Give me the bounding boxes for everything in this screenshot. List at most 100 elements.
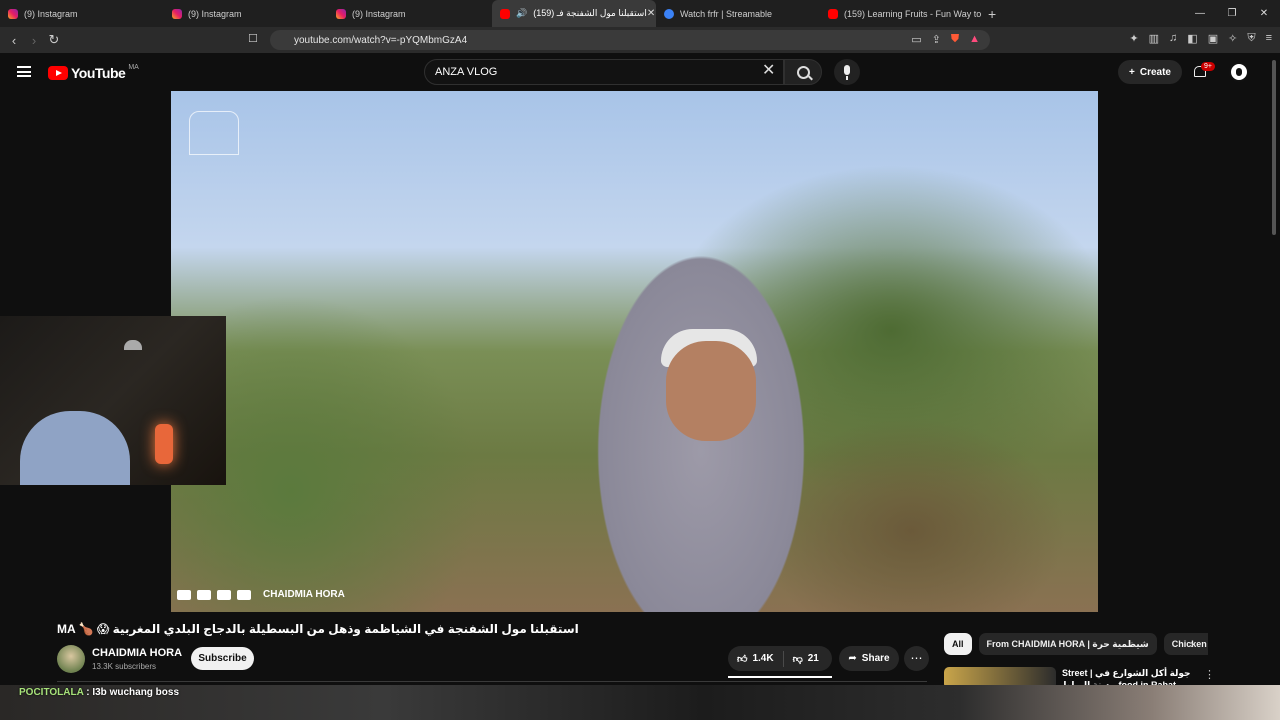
restore-icon[interactable]: ❐	[1216, 0, 1248, 27]
forward-icon[interactable]: ›	[24, 33, 44, 48]
dislike-button[interactable]: 👎︎ 21	[784, 646, 828, 671]
youtube-watermark-icon	[177, 589, 191, 600]
minimize-icon[interactable]: —	[1184, 0, 1216, 27]
create-label: Create	[1139, 66, 1171, 78]
panel-icon[interactable]: ◧	[1187, 32, 1197, 45]
chat-text: : I3b wuchang boss	[86, 687, 180, 698]
instagram-icon	[336, 8, 346, 19]
youtube-header: YouTube MA ANZA VLOG ✕ + Create 9+	[0, 53, 1280, 91]
brave-shield-icon[interactable]: ⛊	[951, 33, 959, 46]
lava-lamp-shape	[155, 424, 173, 464]
instagram-icon	[8, 8, 18, 19]
wallet-icon[interactable]: ▣	[1208, 32, 1218, 45]
extensions-icon[interactable]: ✦	[1129, 32, 1138, 45]
thumbs-up-icon: 👍︎	[737, 653, 748, 665]
rewards-icon[interactable]: ▲	[969, 33, 980, 46]
streamable-icon	[664, 8, 674, 19]
plus-icon: +	[1129, 66, 1135, 78]
tab-title: (159) Learning Fruits - Fun Way to B...	[844, 8, 984, 19]
video-player[interactable]: CHAIDMIA HORA	[171, 91, 1098, 612]
tab-title: Watch frfr | Streamable	[680, 8, 773, 19]
extension-icons: ✦ ▥ ♫ ◧ ▣ ✧ ⛨ ≡	[1129, 32, 1272, 45]
clear-search-icon[interactable]: ✕	[762, 63, 775, 79]
like-button[interactable]: 👍︎ 1.4K	[728, 646, 783, 671]
browser-tab-bar: (9) Instagram (9) Instagram (9) Instagra…	[0, 0, 1280, 27]
youtube-play-icon	[48, 66, 68, 80]
subscriber-count: 13.3K subscribers	[92, 662, 157, 671]
stream-overlay-strip	[0, 685, 1280, 720]
share-page-icon[interactable]: ⇪	[932, 33, 941, 46]
share-label: Share	[861, 653, 890, 664]
hamburger-menu-icon[interactable]	[17, 66, 31, 77]
chip-all[interactable]: All	[944, 633, 972, 655]
instagram-icon	[172, 8, 182, 19]
ai-icon[interactable]: ✧	[1228, 32, 1237, 45]
dislike-count: 21	[807, 653, 819, 664]
bookmark-icon[interactable]: ☐	[248, 32, 258, 45]
youtube-logo[interactable]: YouTube MA	[48, 63, 139, 81]
url-field[interactable]: youtube.com/watch?v=-pYQMbmGzA4 ▭ ⇪ ⛊ ▲	[270, 30, 990, 50]
share-icon: ➦	[848, 653, 857, 664]
recommendation-menu-icon[interactable]: ⋮	[1204, 668, 1215, 681]
chevron-right-icon[interactable]: ›	[1190, 637, 1194, 651]
voice-search-icon[interactable]	[834, 59, 860, 85]
search-button[interactable]	[784, 59, 822, 85]
back-icon[interactable]: ‹	[4, 33, 24, 48]
account-avatar[interactable]	[1229, 62, 1249, 82]
reload-icon[interactable]: ↻	[44, 32, 64, 48]
music-icon[interactable]: ♫	[1169, 32, 1177, 45]
tiktok-watermark-icon	[237, 589, 251, 600]
youtube-icon	[828, 8, 838, 19]
tab-title: (9) Instagram	[188, 8, 242, 19]
channel-watermark-logo	[189, 111, 239, 155]
watermark-text: CHAIDMIA HORA	[263, 589, 345, 600]
page-scrollbar[interactable]	[1272, 60, 1276, 235]
browser-address-bar: ‹ › ↻ ☐ youtube.com/watch?v=-pYQMbmGzA4 …	[0, 27, 1280, 53]
url-text: youtube.com/watch?v=-pYQMbmGzA4	[294, 34, 468, 46]
webcam-overlay	[0, 316, 226, 485]
create-button[interactable]: + Create	[1118, 60, 1182, 84]
subscribe-button[interactable]: Subscribe	[191, 647, 254, 670]
notification-badge: 9+	[1201, 62, 1215, 71]
vpn-icon[interactable]: ⛨	[1247, 32, 1255, 45]
menu-icon[interactable]: ≡	[1266, 32, 1272, 45]
like-dislike-bar: 👍︎ 1.4K 👎︎ 21	[728, 646, 832, 671]
youtube-icon	[500, 8, 510, 19]
new-tab-icon[interactable]: +	[988, 6, 996, 22]
chat-username: POCITOLALA	[19, 687, 84, 698]
browser-tab[interactable]: (9) Instagram	[164, 0, 328, 27]
more-actions-icon[interactable]: ⋯	[904, 646, 929, 671]
browser-tab[interactable]: Watch frfr | Streamable	[656, 0, 820, 27]
like-ratio-bar	[728, 676, 832, 678]
channel-name[interactable]: CHAIDMIA HORA	[92, 647, 182, 659]
browser-tab[interactable]: (9) Instagram	[328, 0, 492, 27]
chip-chicken[interactable]: Chicken	[1163, 633, 1208, 655]
filter-chips: All From CHAIDMIA HORA | شيظمية حرة Chic…	[944, 633, 1208, 655]
share-button[interactable]: ➦ Share	[839, 646, 899, 671]
channel-avatar[interactable]	[57, 645, 85, 673]
country-code: MA	[128, 63, 139, 71]
omnibox-icons: ▭ ⇪ ⛊ ▲	[911, 33, 980, 46]
like-count: 1.4K	[752, 653, 774, 664]
chat-message: POCITOLALA : I3b wuchang boss	[19, 687, 179, 698]
chip-from-channel[interactable]: From CHAIDMIA HORA | شيظمية حرة	[978, 633, 1157, 655]
search-input[interactable]: ANZA VLOG	[424, 59, 784, 85]
browser-tab-active[interactable]: 🔊 (159) استقبلنا مول الشفنجة فـ ✕	[492, 0, 656, 27]
browser-tab[interactable]: (159) Learning Fruits - Fun Way to B...	[820, 0, 984, 27]
streamer-figure	[20, 411, 130, 485]
thumbs-down-icon: 👎︎	[792, 653, 803, 665]
browser-tab[interactable]: (9) Instagram	[0, 0, 164, 27]
cast-icon[interactable]: ▭	[911, 33, 921, 46]
close-tab-icon[interactable]: ✕	[647, 8, 655, 19]
window-controls: — ❐ ✕	[1184, 0, 1280, 27]
tab-title: (9) Instagram	[24, 8, 78, 19]
speaker-icon[interactable]: 🔊	[516, 8, 527, 19]
facebook-watermark-icon	[217, 589, 231, 600]
tab-title: (159) استقبلنا مول الشفنجة فـ	[533, 8, 647, 18]
tab-title: (9) Instagram	[352, 8, 406, 19]
logo-text: YouTube	[71, 65, 126, 81]
video-social-watermark: CHAIDMIA HORA	[177, 589, 345, 600]
sidebar-icon[interactable]: ▥	[1149, 32, 1159, 45]
instagram-watermark-icon	[197, 589, 211, 600]
close-window-icon[interactable]: ✕	[1248, 0, 1280, 27]
